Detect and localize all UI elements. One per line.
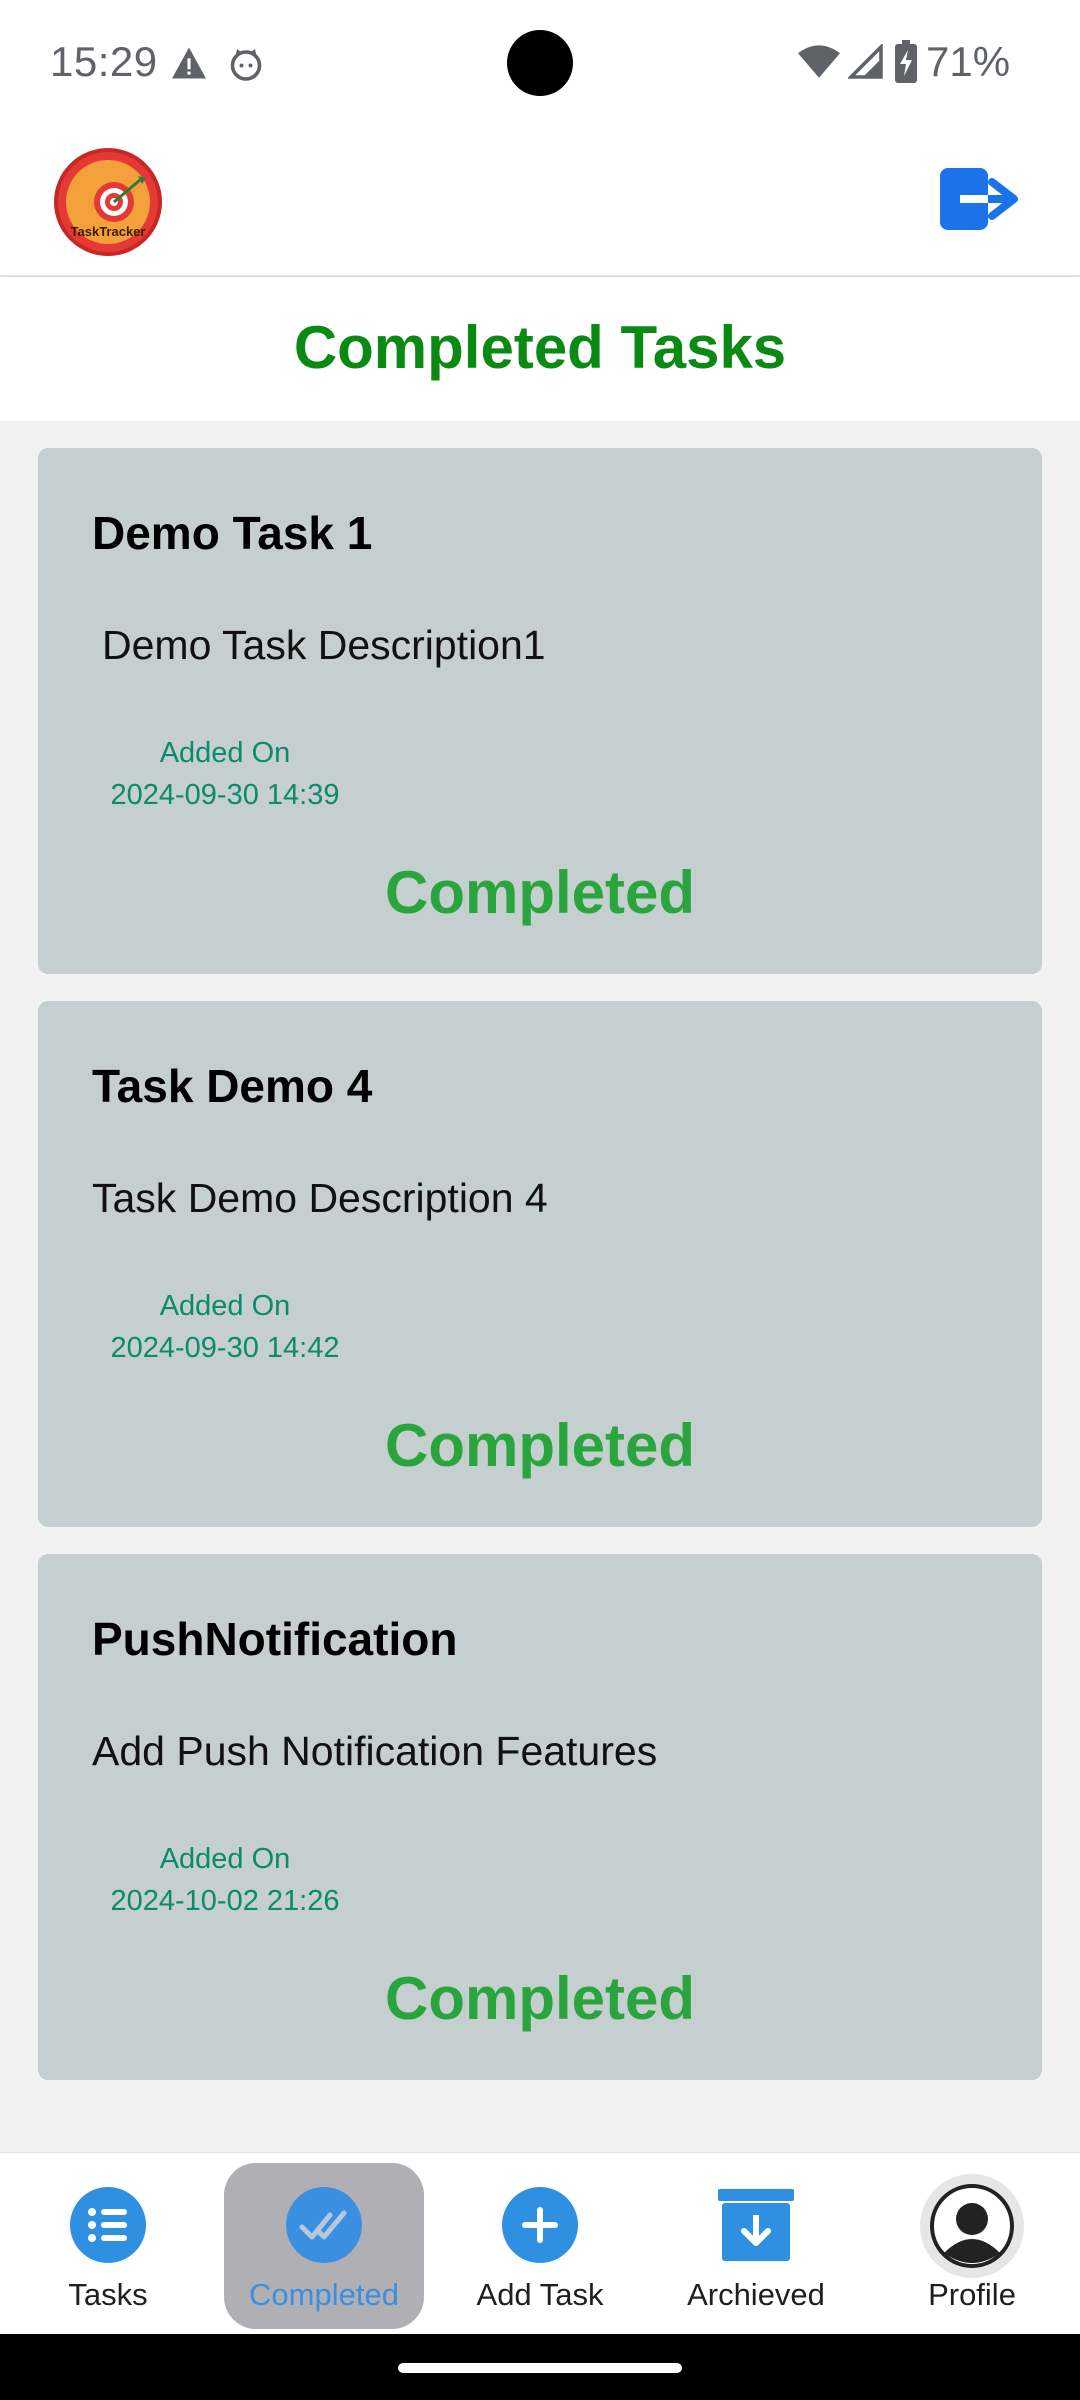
plus-icon [502, 2187, 578, 2263]
nav-tab-add-task[interactable]: Add Task [440, 2153, 640, 2335]
task-added-on: Added On 2024-09-30 14:39 [100, 732, 350, 816]
task-title: PushNotification [92, 1613, 458, 1665]
nav-label-completed: Completed [249, 2277, 399, 2312]
task-description: Add Push Notification Features [92, 1728, 658, 1774]
gesture-navigation-area [0, 2334, 1080, 2400]
nav-label-tasks: Tasks [68, 2277, 148, 2312]
task-card[interactable]: Task Demo 4 Task Demo Description 4 Adde… [38, 1001, 1042, 1527]
app-logo: TaskTracker [54, 148, 162, 256]
nav-tab-profile[interactable]: Profile [872, 2153, 1072, 2335]
page-title: Completed Tasks [293, 314, 787, 381]
warning-icon [172, 47, 206, 79]
added-on-date: 2024-09-30 14:39 [110, 779, 340, 811]
added-on-date: 2024-09-30 14:42 [110, 1332, 340, 1364]
task-title: Demo Task 1 [92, 507, 373, 559]
archive-icon [718, 2189, 794, 2261]
task-status: Completed [384, 1965, 696, 2032]
task-added-on: Added On 2024-09-30 14:42 [100, 1285, 350, 1369]
app-bar: TaskTracker [0, 130, 1080, 276]
home-gesture-handle[interactable] [398, 2363, 682, 2373]
added-on-label: Added On [159, 1843, 291, 1875]
target-icon [94, 176, 146, 222]
logo-background: TaskTracker [66, 160, 150, 244]
task-description: Demo Task Description1 [102, 622, 546, 668]
title-area: Completed Tasks [0, 277, 1080, 421]
status-bar: 15:29 71% [0, 0, 1080, 130]
battery-percentage: 71% [926, 38, 1011, 85]
logout-icon [940, 168, 1018, 230]
bottom-navigation: Tasks Completed Add Task Archieved Profi… [0, 2152, 1080, 2334]
task-status: Completed [384, 1412, 696, 1479]
battery-icon [895, 40, 917, 83]
cat-notification-icon [230, 49, 262, 81]
task-status: Completed [384, 859, 696, 926]
profile-icon [920, 2174, 1024, 2278]
logout-button[interactable] [936, 164, 1020, 236]
task-added-on: Added On 2024-10-02 21:26 [100, 1838, 350, 1922]
status-time: 15:29 [50, 38, 158, 85]
nav-label-archived: Archieved [687, 2277, 825, 2312]
camera-cutout [507, 30, 573, 96]
nav-tab-archived[interactable]: Archieved [656, 2153, 856, 2335]
task-card[interactable]: PushNotification Add Push Notification F… [38, 1554, 1042, 2080]
nav-label-add-task: Add Task [476, 2277, 604, 2312]
nav-tab-completed[interactable]: Completed [218, 2153, 424, 2335]
nav-tab-tasks[interactable]: Tasks [8, 2153, 208, 2335]
added-on-date: 2024-10-02 21:26 [110, 1885, 340, 1917]
nav-label-profile: Profile [928, 2277, 1016, 2312]
task-title: Task Demo 4 [92, 1060, 373, 1112]
logo-text: TaskTracker [70, 224, 146, 239]
task-list[interactable]: Demo Task 1 Demo Task Description1 Added… [38, 448, 1042, 2107]
added-on-label: Added On [159, 1290, 291, 1322]
signal-icon [848, 44, 883, 79]
list-icon [70, 2187, 146, 2263]
wifi-icon [798, 45, 840, 78]
task-card[interactable]: Demo Task 1 Demo Task Description1 Added… [38, 448, 1042, 974]
added-on-label: Added On [159, 737, 291, 769]
task-description: Task Demo Description 4 [92, 1175, 548, 1221]
double-check-icon [286, 2187, 362, 2263]
